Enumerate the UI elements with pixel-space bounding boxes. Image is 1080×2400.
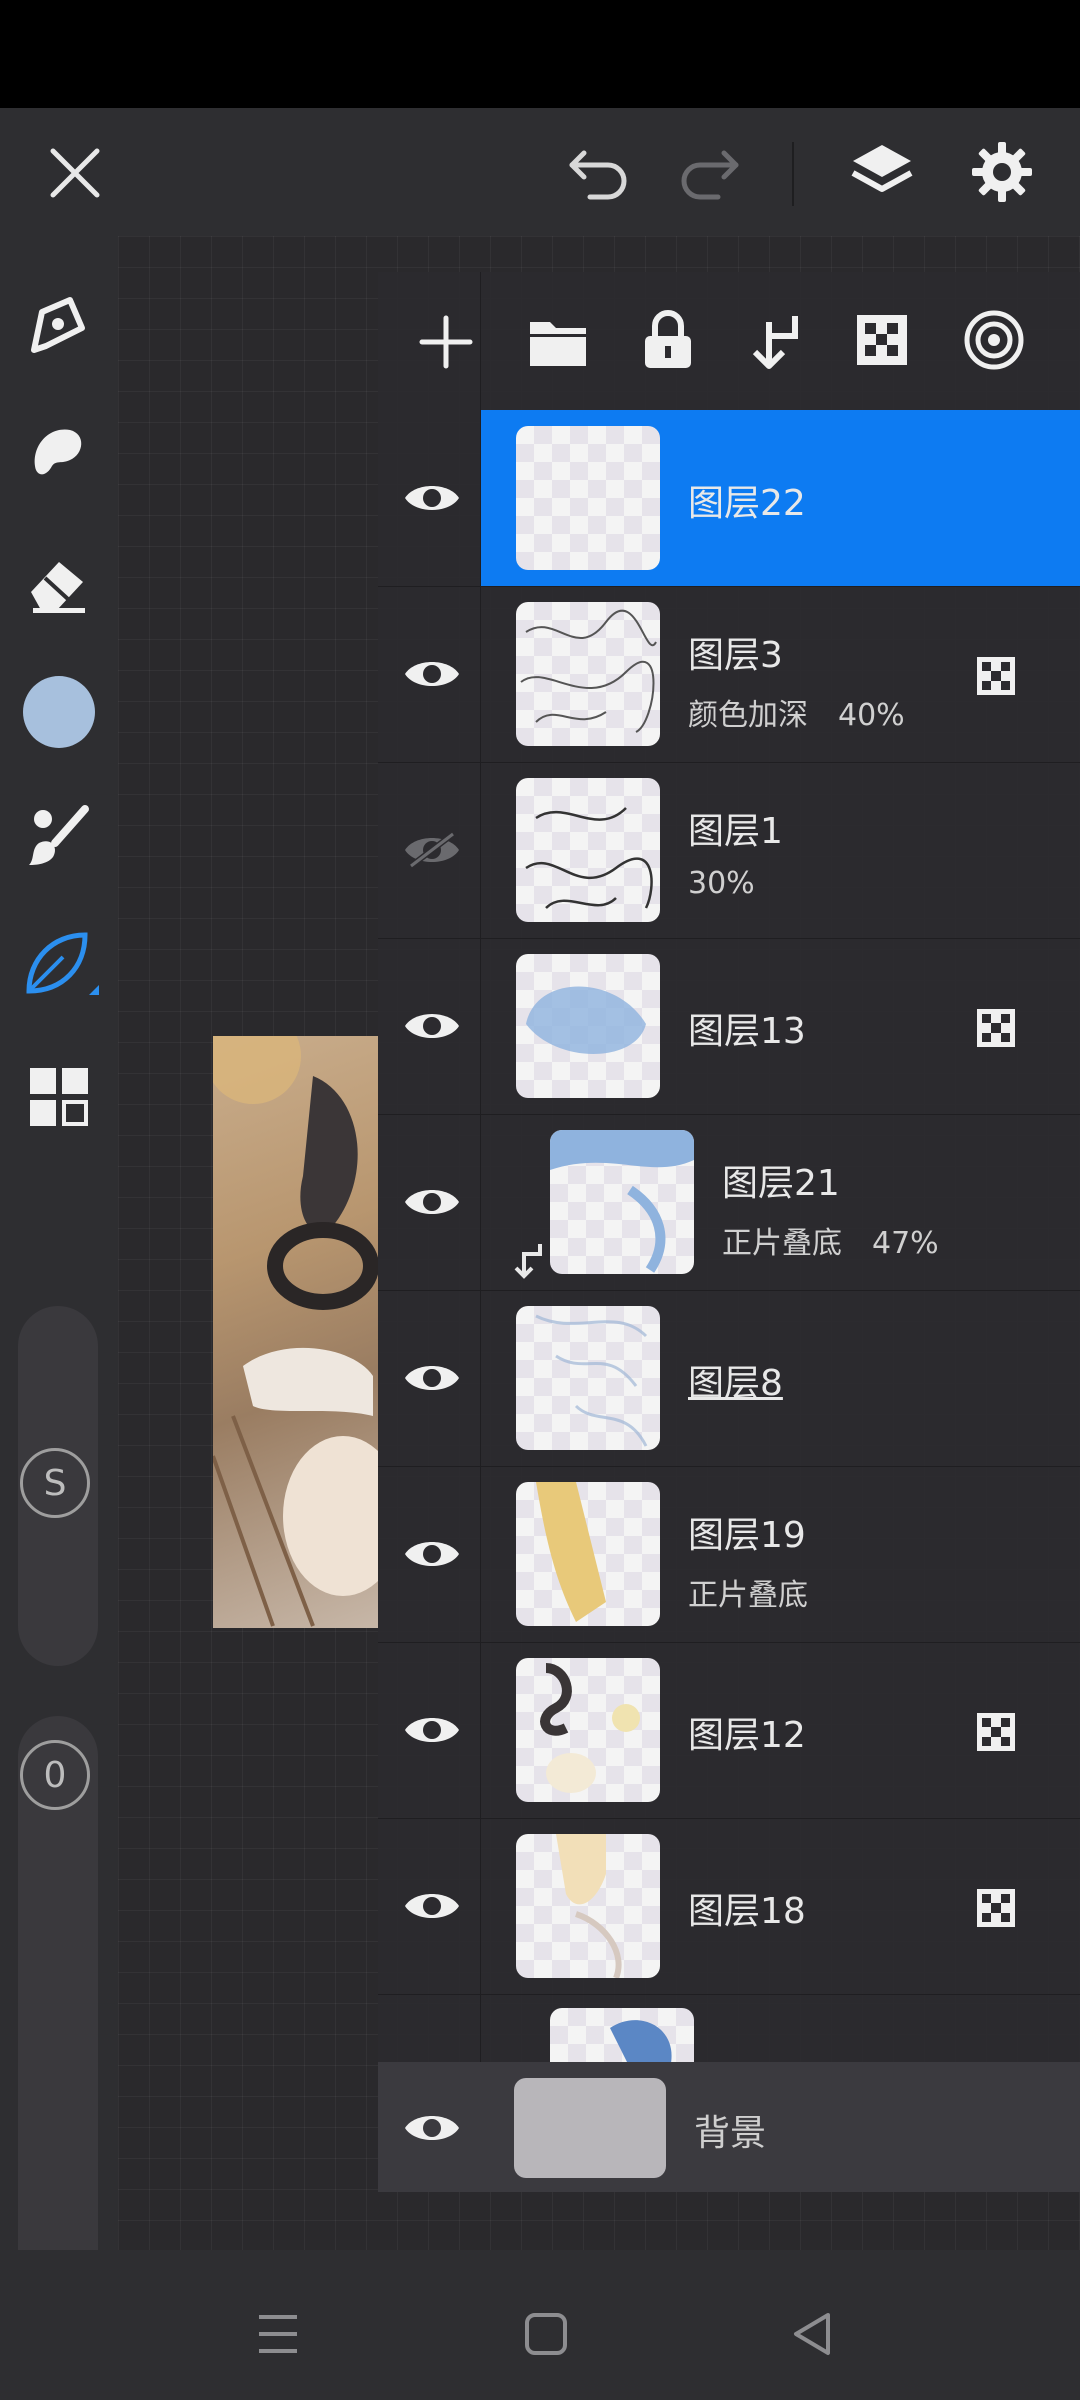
eye-column-divider xyxy=(480,1818,481,1994)
layer-blend-info: 正片叠底 47% xyxy=(722,1226,939,1261)
layer-toolbar xyxy=(378,272,1080,408)
eye-column-divider xyxy=(480,762,481,938)
background-layer-thumbnail xyxy=(514,2078,666,2178)
eye-icon[interactable] xyxy=(398,464,466,532)
eye-column-divider xyxy=(480,1114,481,1290)
opacity-slider-knob[interactable]: 0 xyxy=(20,1740,90,1810)
layer-thumbnail xyxy=(550,2008,694,2062)
layers-icon[interactable] xyxy=(846,136,918,208)
layer-thumbnail xyxy=(516,954,660,1098)
eye-icon[interactable] xyxy=(398,1168,466,1236)
eye-column-divider xyxy=(480,586,481,762)
settings-icon[interactable] xyxy=(966,136,1038,208)
layer-name: 图层13 xyxy=(688,1011,806,1052)
alpha-lock-icon xyxy=(976,656,1016,696)
layer-thumbnail xyxy=(516,426,660,570)
layer-row[interactable]: 图层18 xyxy=(378,1818,1080,1995)
eye-icon[interactable] xyxy=(398,992,466,1060)
eraser-icon[interactable] xyxy=(20,546,96,622)
lock-icon[interactable] xyxy=(636,308,700,372)
size-slider-label: S xyxy=(43,1462,67,1504)
undo-icon[interactable] xyxy=(564,140,634,206)
layer-row[interactable]: 图层1 30% xyxy=(378,762,1080,939)
clip-icon[interactable] xyxy=(742,308,806,372)
layer-thumbnail xyxy=(516,602,660,746)
layer-blend-info: 30% xyxy=(688,866,755,901)
eye-column-divider xyxy=(480,938,481,1114)
pen-icon[interactable] xyxy=(20,286,96,362)
layer-name: 图层8 xyxy=(688,1363,783,1404)
grid-tools-icon[interactable] xyxy=(24,1062,94,1132)
smudge-icon[interactable] xyxy=(20,414,96,490)
add-layer-icon[interactable] xyxy=(414,310,478,374)
eye-icon[interactable] xyxy=(398,2094,466,2162)
layer-list: 图层22 图层3 颜色加深 40% 图层1 30% 图层13 图层21 正片叠底 47% 图层8… xyxy=(378,410,1080,2062)
eye-column-divider xyxy=(480,410,481,586)
background-layer-name: 背景 xyxy=(694,2113,767,2154)
layer-blend-info: 正片叠底 xyxy=(688,1578,808,1613)
status-bar xyxy=(0,0,1080,108)
alpha-lock-icon xyxy=(976,1712,1016,1752)
menu-nav-icon[interactable] xyxy=(246,2302,310,2366)
folder-icon[interactable] xyxy=(526,310,590,374)
left-toolbar: S 0 xyxy=(0,236,118,2326)
back-nav-icon[interactable] xyxy=(780,2302,844,2366)
size-slider-knob[interactable]: S xyxy=(20,1448,90,1518)
alpha-lock-icon xyxy=(976,1888,1016,1928)
color-swatch[interactable] xyxy=(23,676,95,748)
toolbar-divider xyxy=(792,142,794,206)
redo-icon[interactable] xyxy=(674,140,744,206)
home-nav-icon[interactable] xyxy=(514,2302,578,2366)
layer-name: 图层18 xyxy=(688,1891,806,1932)
layer-properties-icon[interactable] xyxy=(962,308,1026,372)
layer-name: 图层12 xyxy=(688,1715,806,1756)
artwork-preview xyxy=(213,1036,378,1628)
background-layer-row[interactable]: 背景 xyxy=(378,2062,1080,2192)
alpha-icon[interactable] xyxy=(852,310,912,370)
layer-thumbnail xyxy=(516,1658,660,1802)
layer-row[interactable]: 图层8 xyxy=(378,1290,1080,1467)
opacity-slider-label: 0 xyxy=(43,1754,67,1796)
alpha-lock-icon xyxy=(976,1008,1016,1048)
layer-name: 图层3 xyxy=(688,635,783,676)
eye-icon[interactable] xyxy=(398,640,466,708)
layer-name: 图层19 xyxy=(688,1515,806,1556)
clip-indicator-icon xyxy=(512,1240,544,1284)
navigation-bar xyxy=(0,2250,1080,2400)
brush-icon[interactable] xyxy=(20,798,96,874)
eye-icon[interactable] xyxy=(398,1872,466,1940)
eye-hidden-icon[interactable] xyxy=(398,816,466,884)
opacity-slider[interactable]: 0 xyxy=(18,1716,98,2326)
layer-row[interactable]: 图层12 xyxy=(378,1642,1080,1819)
top-bar xyxy=(0,108,1080,236)
eye-column-divider xyxy=(480,1466,481,1642)
layer-row[interactable]: 图层3 颜色加深 40% xyxy=(378,586,1080,763)
layer-name: 图层1 xyxy=(688,811,783,852)
layer-thumbnail xyxy=(550,1130,694,1274)
eye-icon[interactable] xyxy=(398,1696,466,1764)
layer-thumbnail xyxy=(516,1482,660,1626)
eye-icon[interactable] xyxy=(398,1520,466,1588)
leaf-brush-icon[interactable] xyxy=(20,926,104,1006)
eye-column-divider xyxy=(480,1290,481,1466)
eye-column-divider xyxy=(480,1642,481,1818)
layer-row[interactable]: 图层21 正片叠底 47% xyxy=(378,1114,1080,1291)
eye-icon[interactable] xyxy=(398,1344,466,1412)
layer-thumbnail xyxy=(516,1306,660,1450)
layer-blend-info: 颜色加深 40% xyxy=(688,698,905,733)
layer-row[interactable]: 图层19 正片叠底 xyxy=(378,1466,1080,1643)
brush-size-slider[interactable]: S xyxy=(18,1306,98,1666)
close-icon[interactable] xyxy=(40,138,110,208)
layer-name: 图层21 xyxy=(722,1163,840,1204)
layer-row[interactable]: 图层22 xyxy=(378,410,1080,587)
layer-thumbnail xyxy=(516,778,660,922)
layer-thumbnail xyxy=(516,1834,660,1978)
layer-name: 图层22 xyxy=(688,483,806,524)
layer-row[interactable]: 图层13 xyxy=(378,938,1080,1115)
